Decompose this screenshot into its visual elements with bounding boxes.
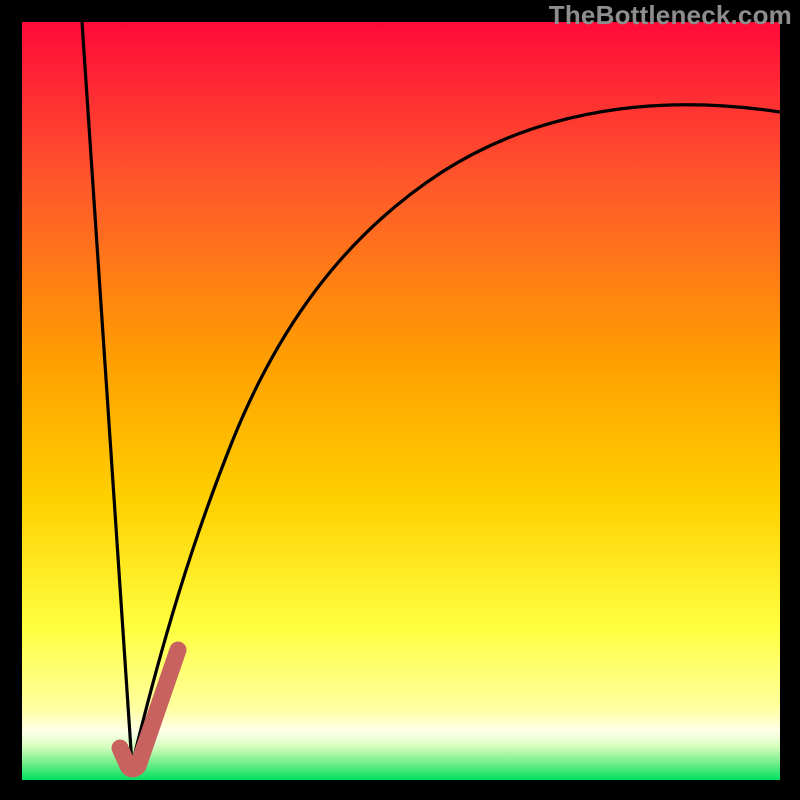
plot-area <box>22 22 780 780</box>
gradient-background <box>22 22 780 780</box>
chart-frame: TheBottleneck.com <box>0 0 800 800</box>
watermark-text: TheBottleneck.com <box>549 0 792 31</box>
plot-svg <box>22 22 780 780</box>
